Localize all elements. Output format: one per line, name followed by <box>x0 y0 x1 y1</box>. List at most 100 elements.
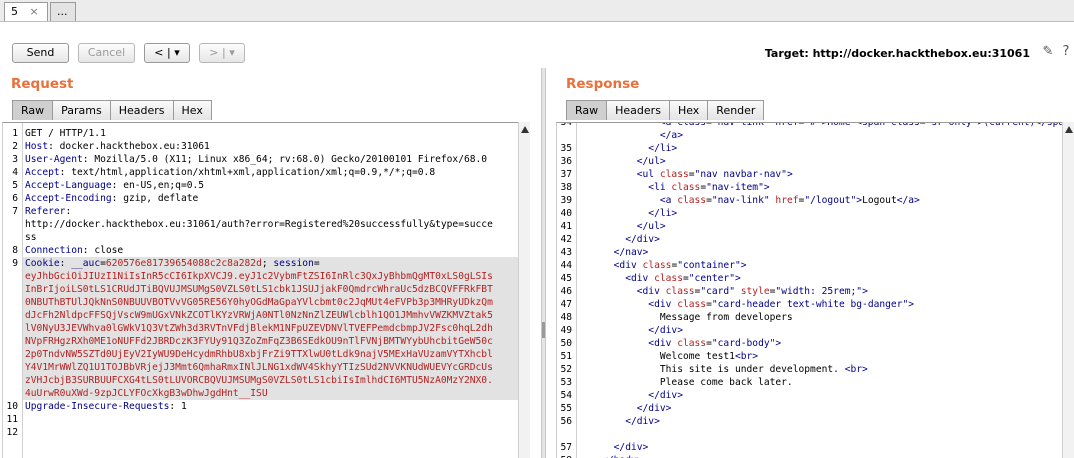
tab-hex[interactable]: Hex <box>668 100 709 120</box>
line-text: InBrIjoiLS0tLS1CRUdJTiBQVUJMSUMgS0VZLS0t… <box>25 283 493 296</box>
token: "card-body" <box>711 338 776 349</box>
tab-label: 5 <box>11 5 18 18</box>
token: Connection <box>25 245 83 256</box>
token: Cookie <box>25 258 60 269</box>
line-number: 41 <box>560 221 572 232</box>
token: InBrIjoiLS0tLS1CRUdJTiBQVUJMSUMgS0VZLS0t… <box>25 284 493 295</box>
pane-splitter[interactable] <box>541 68 546 458</box>
response-scrollbar[interactable] <box>1062 122 1074 458</box>
token: = <box>313 258 320 269</box>
token: <div <box>579 286 666 297</box>
send-button[interactable]: Send <box>12 43 69 63</box>
line-number: 56 <box>560 416 572 427</box>
token: </div> <box>579 403 672 414</box>
tab-raw[interactable]: Raw <box>12 100 54 120</box>
token: 620576e81739654088c2c8a282d <box>105 258 262 269</box>
back-button[interactable]: < | ▾ <box>144 43 190 63</box>
line-text: Accept: text/html,application/xhtml+xml,… <box>25 166 435 179</box>
token: <div <box>579 273 655 284</box>
line-number: 8 <box>12 245 18 256</box>
token: : close <box>82 245 124 256</box>
line-number: 43 <box>560 247 572 258</box>
token: > <box>740 260 747 271</box>
edit-pencil-icon[interactable]: ✎ <box>1040 44 1056 60</box>
token: </div> <box>579 234 660 245</box>
line-text: Host: docker.hackthebox.eu:31061 <box>25 140 210 153</box>
line-number: 55 <box>560 403 572 414</box>
line-text: Please come back later. <box>579 376 793 389</box>
splitter-grip-icon[interactable] <box>542 322 545 338</box>
tab-render[interactable]: Render <box>707 100 765 120</box>
token: : en-US,en;q=0.5 <box>111 180 205 191</box>
token: > <box>763 182 770 193</box>
token: <br> <box>734 351 759 362</box>
line-text: </nav> <box>579 246 649 259</box>
tab-hex[interactable]: Hex <box>172 100 212 120</box>
request-subtabs: Raw Params Headers Hex <box>12 100 212 120</box>
token: <div <box>579 338 678 349</box>
token: <a <box>579 195 678 206</box>
line-text: 2p0TndvNW5SZTd0UjEyV2IyWU9DeHcydmRhbU8xb… <box>25 348 493 361</box>
request-editor[interactable]: 1 GET / HTTP/1.1 2 Host: docker.hackthebox.… <box>2 122 518 458</box>
scroll-up-icon[interactable] <box>1065 126 1073 133</box>
token: "nav navbar-nav" <box>694 169 787 180</box>
token: "card" <box>700 286 735 297</box>
token: "container" <box>677 260 741 271</box>
token: 2p0TndvNW5SZTd0UjEyV2IyWU9DeHcydmRhbU8xb… <box>25 349 493 360</box>
line-text: Accept-Encoding: gzip, deflate <box>25 192 198 205</box>
token: </li> <box>579 143 678 154</box>
line-number: 2 <box>12 141 18 152</box>
line-text: User-Agent: Mozilla/5.0 (X11; Linux x86_… <box>25 153 487 166</box>
token: href <box>775 195 799 206</box>
line-text: </li> <box>579 142 677 155</box>
token: </nav> <box>579 247 649 258</box>
close-icon[interactable]: × <box>30 5 39 18</box>
line-number: 11 <box>6 414 18 425</box>
line-text: </div> <box>579 324 683 337</box>
tab-new[interactable]: ... <box>50 2 76 21</box>
token: class <box>654 273 683 284</box>
line-number: 10 <box>6 401 18 412</box>
scroll-up-icon[interactable] <box>521 126 529 133</box>
token: </div> <box>579 416 660 427</box>
request-scrollbar[interactable] <box>518 122 530 458</box>
token: "card-header text-white bg-danger" <box>711 299 909 310</box>
token: "nav-link" <box>711 195 770 206</box>
cancel-button[interactable]: Cancel <box>78 43 135 63</box>
line-number: 51 <box>560 351 572 362</box>
tab-5[interactable]: 5 × <box>4 2 48 21</box>
token: <div <box>579 299 678 310</box>
token: 4uUrwR0uXWd-9zpJCLYFOcXkgB3wDhwJgdHnt__I… <box>25 388 268 399</box>
tab-params[interactable]: Params <box>52 100 111 120</box>
token: Host <box>25 141 49 152</box>
line-text: GET / HTTP/1.1 <box>25 127 106 140</box>
token: <br> <box>844 364 868 375</box>
tab-label: ... <box>57 5 68 18</box>
line-number: 39 <box>560 195 572 206</box>
line-number: 34 <box>560 122 572 128</box>
token: > <box>734 273 741 284</box>
token: > <box>786 169 793 180</box>
token: Logout <box>862 195 897 206</box>
token: session <box>273 258 314 269</box>
token: Upgrade-Insecure-Requests <box>25 401 170 412</box>
line-number: 37 <box>560 169 572 180</box>
forward-button[interactable]: > | ▾ <box>199 43 245 63</box>
token: Accept-Language <box>25 180 112 191</box>
line-text: This site is under development. <br> <box>579 363 868 376</box>
line-text: <a class="nav-link" href="#">Home <span … <box>579 123 1062 129</box>
response-editor[interactable]: 34 <a class="nav-link" href="#">Home <sp… <box>556 122 1062 458</box>
tab-raw[interactable]: Raw <box>566 100 608 120</box>
token: ss <box>25 232 37 243</box>
tab-headers[interactable]: Headers <box>109 100 174 120</box>
line-text: 0NBUThBTUlJQkNnS0NBUUVBOTVvVG05RE56Y0hyO… <box>25 296 493 309</box>
line-text: Message from developers <box>579 311 793 324</box>
token: "/logout" <box>804 195 857 206</box>
line-text: <div class="card-body"> <box>579 337 781 350</box>
token: ; <box>261 258 274 269</box>
token: Welcome test1 <box>579 351 735 362</box>
help-icon[interactable]: ? <box>1058 44 1074 60</box>
tab-headers[interactable]: Headers <box>606 100 670 120</box>
line-text: lV0NyU3JEVWhva0lGWkV1Q3VtZWh3d3RVTnVFdjB… <box>25 322 493 335</box>
line-text: 4uUrwR0uXWd-9zpJCLYFOcXkgB3wDhwJgdHnt__I… <box>25 387 268 400</box>
